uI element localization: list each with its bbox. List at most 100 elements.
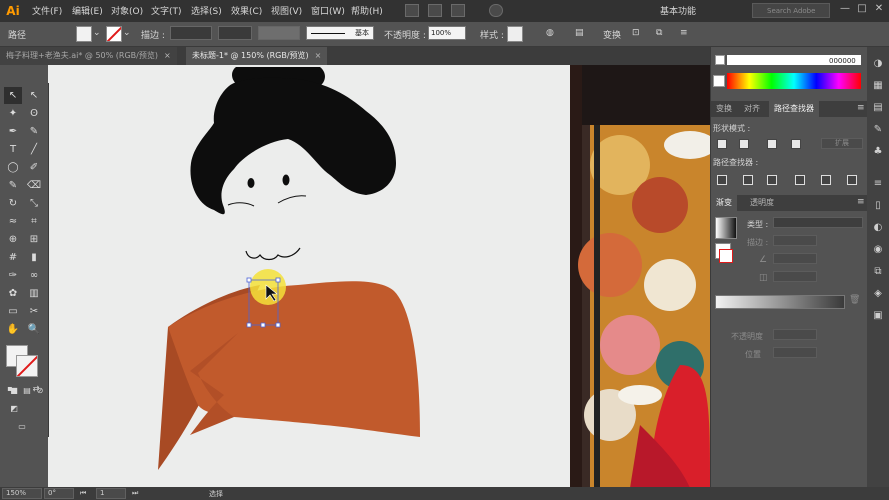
gradient-opacity-field[interactable]: [773, 329, 817, 340]
curvature-icon[interactable]: ✎: [25, 123, 43, 140]
appearance-icon[interactable]: ◉: [871, 243, 885, 257]
bridge-icon[interactable]: [405, 4, 419, 17]
color-guide-icon[interactable]: ▦: [871, 79, 885, 93]
artboard[interactable]: [48, 65, 570, 488]
arrange-icon[interactable]: ⧉: [656, 28, 662, 38]
eraser-icon[interactable]: ⌫: [25, 177, 43, 194]
scale-icon[interactable]: ⤡: [25, 195, 43, 212]
gradient-panel-icon[interactable]: ▯: [871, 199, 885, 213]
merge-icon[interactable]: [767, 175, 777, 185]
swatches-icon[interactable]: ▤: [871, 101, 885, 115]
stroke-panel-icon[interactable]: ≡: [871, 177, 885, 191]
crop-icon[interactable]: [795, 175, 805, 185]
menu-file[interactable]: 文件(F): [32, 4, 62, 17]
symbols-icon[interactable]: ♣: [871, 145, 885, 159]
tab-transform[interactable]: 变换: [711, 101, 737, 117]
menu-edit[interactable]: 编辑(E): [72, 4, 103, 17]
opacity-label[interactable]: 不透明度 :: [384, 28, 426, 41]
gradient-angle-field[interactable]: [773, 253, 817, 264]
draw-mode-icon[interactable]: ◩: [8, 403, 20, 415]
panel-menu-icon[interactable]: ≡: [857, 103, 865, 113]
warp-icon[interactable]: ≈: [4, 213, 22, 230]
gradient-location-field[interactable]: [773, 347, 817, 358]
menu-window[interactable]: 窗口(W): [311, 4, 345, 17]
menu-view[interactable]: 视图(V): [271, 4, 302, 17]
menu-select[interactable]: 选择(S): [191, 4, 222, 17]
shaper-icon[interactable]: ✎: [4, 177, 22, 194]
hand-icon[interactable]: ✋: [4, 321, 22, 338]
artboard-number-field[interactable]: 1: [96, 488, 126, 499]
color-panel-icon[interactable]: ◑: [871, 57, 885, 71]
variable-width-field[interactable]: [218, 26, 252, 40]
pasteboard[interactable]: [48, 65, 710, 488]
expand-button[interactable]: 扩展: [821, 138, 863, 149]
gradient-icon[interactable]: ▮: [25, 249, 43, 266]
minimize-button[interactable]: —: [838, 3, 852, 17]
free-transform-icon[interactable]: ⌗: [25, 213, 43, 230]
stroke-weight-field[interactable]: [170, 26, 212, 40]
menu-effect[interactable]: 效果(C): [231, 4, 262, 17]
gradient-mode-icon[interactable]: ▤: [21, 385, 33, 397]
screen-mode-icon[interactable]: ▭: [16, 421, 28, 433]
blend-icon[interactable]: ∞: [25, 267, 43, 284]
fill-dropdown-icon[interactable]: ⌄: [93, 28, 101, 38]
tab-align[interactable]: 对齐: [739, 101, 765, 117]
gradient-stroke-buttons[interactable]: [773, 235, 817, 246]
none-mode-icon[interactable]: ⊘: [34, 385, 46, 397]
close-window-button[interactable]: ✕: [872, 3, 886, 17]
line-icon[interactable]: ╱: [25, 141, 43, 158]
maximize-button[interactable]: □: [855, 3, 869, 17]
type-icon[interactable]: T: [4, 141, 22, 158]
menu-object[interactable]: 对象(O): [111, 4, 143, 17]
trim-icon[interactable]: [743, 175, 753, 185]
opacity-field[interactable]: 100%: [428, 26, 466, 40]
divide-icon[interactable]: [717, 175, 727, 185]
panel-menu-icon[interactable]: ≡: [680, 28, 688, 38]
eyedropper-icon[interactable]: ✑: [4, 267, 22, 284]
graphic-styles-icon[interactable]: ⧉: [871, 265, 885, 279]
isolate-icon[interactable]: ⊡: [632, 28, 640, 38]
artboards-icon[interactable]: ▣: [871, 309, 885, 323]
minus-back-icon[interactable]: [847, 175, 857, 185]
gradient-slider[interactable]: [715, 295, 845, 309]
gradient-stroke-swatch[interactable]: [719, 249, 733, 263]
stock-search-input[interactable]: Search Adobe Stock: [752, 3, 830, 30]
stock-icon[interactable]: [428, 4, 442, 17]
column-graph-icon[interactable]: ▥: [25, 285, 43, 302]
tab-transparency[interactable]: 透明度: [745, 195, 779, 211]
rotation-field[interactable]: 0°: [44, 488, 74, 499]
pen-icon[interactable]: ✒: [4, 123, 22, 140]
tab-gradient[interactable]: 渐变: [711, 195, 737, 211]
tab-document-1[interactable]: 梅子料理+老渔夫.ai* @ 50% (RGB/预览) ×: [0, 47, 177, 65]
color-spectrum[interactable]: [727, 73, 861, 89]
panel-menu-icon[interactable]: ≡: [857, 197, 865, 207]
intersect-icon[interactable]: [767, 139, 777, 149]
menu-help[interactable]: 帮助(H): [351, 4, 383, 17]
delete-stop-icon[interactable]: 🗑: [849, 295, 860, 305]
close-icon[interactable]: ×: [315, 51, 322, 60]
unite-icon[interactable]: [717, 139, 727, 149]
tab-pathfinder[interactable]: 路径查找器: [769, 101, 819, 117]
mesh-icon[interactable]: #: [4, 249, 22, 266]
fill-swatch[interactable]: [76, 26, 92, 42]
color-none-swatch[interactable]: [713, 75, 725, 87]
color-mode-icon[interactable]: ■: [8, 385, 20, 397]
graphic-style-swatch[interactable]: [507, 26, 523, 42]
stroke-color-swatch[interactable]: [16, 355, 38, 377]
first-artboard-icon[interactable]: ⏮: [80, 489, 86, 498]
brush-definition-field[interactable]: [258, 26, 300, 40]
stroke-dropdown-icon[interactable]: ⌄: [123, 28, 131, 38]
workspace-switcher[interactable]: 基本功能: [660, 4, 696, 17]
last-artboard-icon[interactable]: ⏭: [132, 489, 138, 498]
exclude-icon[interactable]: [791, 139, 801, 149]
color-fill-mini[interactable]: [715, 55, 725, 65]
gradient-type-select[interactable]: [773, 217, 863, 228]
reference-photo[interactable]: [570, 65, 710, 488]
gradient-thumbnail[interactable]: [715, 217, 737, 239]
brushes-icon[interactable]: ✎: [871, 123, 885, 137]
transform-button[interactable]: 变换: [603, 28, 621, 41]
symbol-sprayer-icon[interactable]: ✿: [4, 285, 22, 302]
stroke-profile-field[interactable]: 基本: [306, 26, 374, 40]
align-icon[interactable]: ▤: [575, 28, 584, 38]
rotate-icon[interactable]: ↻: [4, 195, 22, 212]
